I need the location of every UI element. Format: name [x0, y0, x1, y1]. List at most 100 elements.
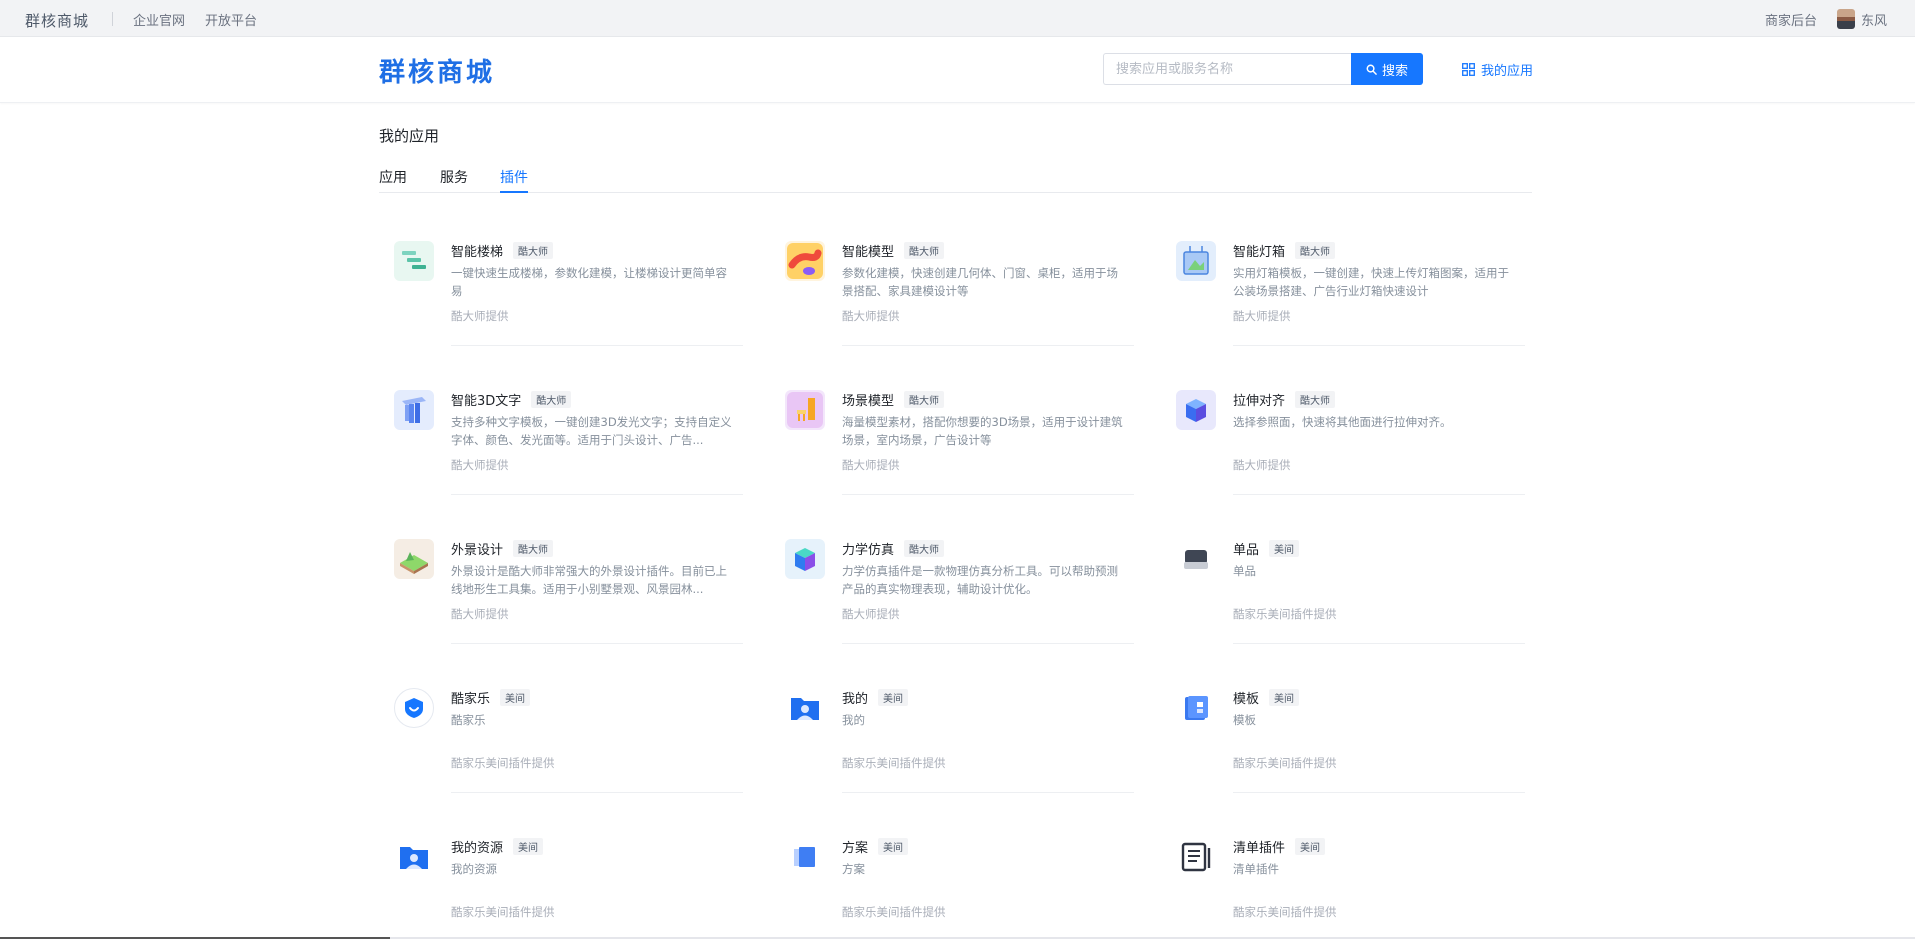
plugin-description: 方案 — [842, 862, 865, 876]
plugin-provider: 酷大师提供 — [842, 309, 900, 323]
plugin-title: 力学仿真 酷大师 — [842, 539, 945, 558]
user-name: 东风 — [1860, 13, 1887, 29]
tab-apps[interactable]: 应用 — [379, 167, 407, 193]
plugin-description: 清单插件 — [1233, 862, 1279, 876]
plugin-card[interactable]: 我的资源 美间 我的资源 酷家乐美间插件提供 — [379, 821, 734, 939]
plugin-card[interactable]: 我的 美间 我的 酷家乐美间插件提供 — [770, 672, 1134, 793]
shield-icon — [394, 688, 434, 728]
search-button[interactable]: 搜索 — [1351, 53, 1423, 85]
page-title: 我的应用 — [379, 127, 440, 145]
plugin-description: 一键快速生成楼梯，参数化建模，让楼梯设计更简单容易 — [451, 266, 727, 298]
user-menu[interactable]: 东风 — [1836, 8, 1887, 30]
plugin-title: 单品 美间 — [1233, 539, 1300, 558]
source-tag: 酷大师 — [904, 242, 945, 259]
plugin-card[interactable]: 拉伸对齐 酷大师 选择参照面，快速将其他面进行拉伸对齐。 酷大师提供 — [1161, 374, 1525, 495]
plugin-title: 模板 美间 — [1233, 688, 1300, 707]
plugin-card[interactable]: 方案 美间 方案 酷家乐美间插件提供 — [770, 821, 1125, 939]
plugin-provider: 酷大师提供 — [842, 607, 900, 621]
top-bar: 群核商城 企业官网 开放平台 商家后台 东风 — [0, 0, 1915, 37]
open-platform-link[interactable]: 开放平台 — [205, 10, 257, 29]
source-tag: 酷大师 — [531, 391, 572, 408]
plan-icon — [785, 837, 825, 877]
avatar — [1836, 9, 1855, 29]
plugin-provider: 酷大师提供 — [451, 607, 509, 621]
source-tag: 酷大师 — [1295, 242, 1336, 259]
plugin-provider: 酷家乐美间插件提供 — [451, 905, 555, 919]
source-tag: 美间 — [1295, 838, 1326, 855]
plugin-provider: 酷大师提供 — [451, 309, 509, 323]
plugin-card[interactable]: 酷家乐 美间 酷家乐 酷家乐美间插件提供 — [379, 672, 743, 793]
landscape-icon — [394, 539, 434, 579]
plugin-description: 外景设计是酷大师非常强大的外景设计插件。目前已上线地形生工具集。适用于小别墅景观… — [451, 564, 727, 596]
plugin-description: 力学仿真插件是一款物理仿真分析工具。可以帮助预测产品的真实物理表现，辅助设计优化… — [842, 564, 1118, 596]
plugin-title: 智能模型 酷大师 — [842, 241, 945, 260]
source-tag: 美间 — [878, 838, 909, 855]
tab-services[interactable]: 服务 — [440, 167, 468, 193]
plugin-provider: 酷大师提供 — [451, 458, 509, 472]
plugin-description: 我的 — [842, 713, 865, 727]
source-tag: 酷大师 — [513, 540, 554, 557]
plugin-card[interactable]: 智能3D文字 酷大师 支持多种文字模板，一键创建3D发光文字；支持自定义字体、颜色… — [379, 374, 743, 495]
plugin-card[interactable]: 模板 美间 模板 酷家乐美间插件提供 — [1161, 672, 1525, 793]
plugin-title: 方案 美间 — [842, 837, 909, 856]
my-apps-link[interactable]: 我的应用 — [1462, 60, 1533, 79]
search-icon — [1366, 64, 1377, 75]
grid-icon — [1462, 63, 1475, 76]
plugin-provider: 酷家乐美间插件提供 — [1233, 607, 1337, 621]
user-folder-icon — [785, 688, 825, 728]
source-tag: 酷大师 — [513, 242, 554, 259]
plugin-card[interactable]: 单品 美间 单品 酷家乐美间插件提供 — [1161, 523, 1525, 644]
tab-plugins[interactable]: 插件 — [500, 167, 528, 193]
model-icon — [785, 241, 825, 281]
merchant-backend-link[interactable]: 商家后台 — [1765, 10, 1817, 29]
top-brand[interactable]: 群核商城 — [25, 10, 89, 31]
plugin-provider: 酷家乐美间插件提供 — [842, 756, 946, 770]
plugin-description: 单品 — [1233, 564, 1256, 578]
item-icon — [1176, 539, 1216, 579]
source-tag: 美间 — [878, 689, 909, 706]
lightbox-icon — [1176, 241, 1216, 281]
stairs-icon — [394, 241, 434, 281]
plugin-title: 我的 美间 — [842, 688, 909, 707]
source-tag: 美间 — [1269, 540, 1300, 557]
plugin-card[interactable]: 清单插件 美间 清单插件 酷家乐美间插件提供 — [1161, 821, 1516, 939]
plugin-description: 海量模型素材，搭配你想要的3D场景，适用于设计建筑场景，室内场景，广告设计等 — [842, 415, 1123, 447]
top-divider — [112, 12, 113, 26]
plugin-title: 智能3D文字 酷大师 — [451, 390, 572, 409]
corporate-site-link[interactable]: 企业官网 — [133, 10, 185, 29]
plugin-description: 支持多种文字模板，一键创建3D发光文字；支持自定义字体、颜色、发光面等。适用于门… — [451, 415, 732, 447]
plugin-description: 我的资源 — [451, 862, 497, 876]
source-tag: 美间 — [1269, 689, 1300, 706]
plugin-provider: 酷家乐美间插件提供 — [1233, 756, 1337, 770]
plugin-description: 实用灯箱模板，一键创建，快速上传灯箱图案，适用于公装场景搭建、广告行业灯箱快速设… — [1233, 266, 1509, 298]
tab-bar: 应用 服务 插件 — [379, 167, 1532, 193]
scene-model-icon — [785, 390, 825, 430]
3d-text-icon — [394, 390, 434, 430]
search-input[interactable] — [1103, 53, 1351, 85]
plugin-title: 智能灯箱 酷大师 — [1233, 241, 1336, 260]
plugin-provider: 酷家乐美间插件提供 — [451, 756, 555, 770]
logo[interactable]: 群核商城 — [379, 52, 495, 89]
plugin-description: 参数化建模，快速创建几何体、门窗、桌柜，适用于场景搭配、家具建模设计等 — [842, 266, 1118, 298]
plugin-card[interactable]: 场景模型 酷大师 海量模型素材，搭配你想要的3D场景，适用于设计建筑场景，室内场景… — [770, 374, 1134, 495]
plugin-provider: 酷家乐美间插件提供 — [1233, 905, 1337, 919]
plugin-provider: 酷大师提供 — [1233, 309, 1291, 323]
template-icon — [1176, 688, 1216, 728]
stretch-align-icon — [1176, 390, 1216, 430]
search-button-label: 搜索 — [1381, 63, 1408, 79]
source-tag: 酷大师 — [1295, 391, 1336, 408]
plugin-description: 模板 — [1233, 713, 1256, 727]
plugin-title: 酷家乐 美间 — [451, 688, 531, 707]
source-tag: 美间 — [500, 689, 531, 706]
search-box: 搜索 — [1103, 53, 1423, 85]
list-icon — [1176, 837, 1216, 877]
plugin-card[interactable]: 智能楼梯 酷大师 一键快速生成楼梯，参数化建模，让楼梯设计更简单容易 酷大师提供 — [379, 225, 743, 346]
plugin-title: 智能楼梯 酷大师 — [451, 241, 554, 260]
plugin-card[interactable]: 智能灯箱 酷大师 实用灯箱模板，一键创建，快速上传灯箱图案，适用于公装场景搭建、广… — [1161, 225, 1525, 346]
plugin-card[interactable]: 力学仿真 酷大师 力学仿真插件是一款物理仿真分析工具。可以帮助预测产品的真实物理表… — [770, 523, 1134, 644]
plugin-title: 外景设计 酷大师 — [451, 539, 554, 558]
plugin-card[interactable]: 外景设计 酷大师 外景设计是酷大师非常强大的外景设计插件。目前已上线地形生工具集。… — [379, 523, 743, 644]
resource-folder-icon — [394, 837, 434, 877]
plugin-title: 我的资源 美间 — [451, 837, 544, 856]
plugin-card[interactable]: 智能模型 酷大师 参数化建模，快速创建几何体、门窗、桌柜，适用于场景搭配、家具建模… — [770, 225, 1134, 346]
